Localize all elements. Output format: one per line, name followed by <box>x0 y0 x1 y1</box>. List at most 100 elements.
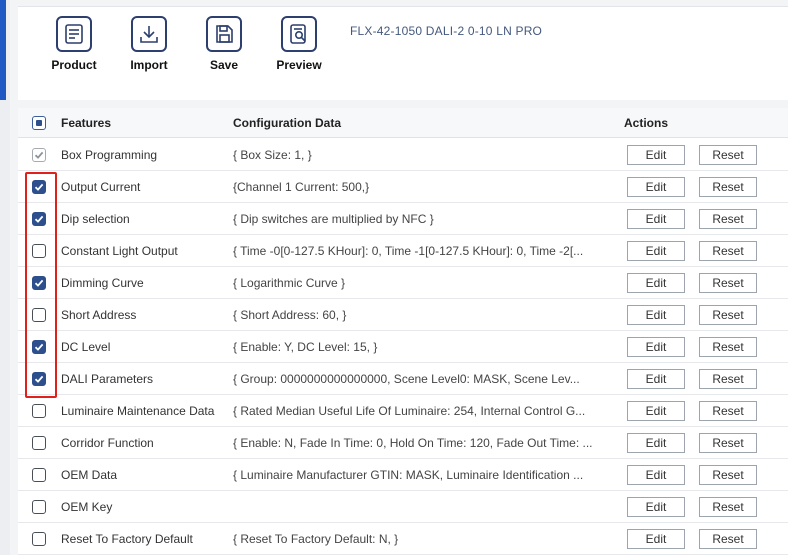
row-actions: Edit Reset <box>624 363 784 394</box>
left-edge-strip <box>0 0 10 555</box>
reset-button[interactable]: Reset <box>699 369 757 389</box>
import-button[interactable]: Import <box>119 16 179 72</box>
table-row: Dip selection { Dip switches are multipli… <box>18 203 788 235</box>
configuration-data: { Rated Median Useful Life Of Luminaire:… <box>233 403 586 418</box>
reset-button[interactable]: Reset <box>699 273 757 293</box>
reset-button[interactable]: Reset <box>699 337 757 357</box>
reset-button[interactable]: Reset <box>699 433 757 453</box>
feature-name: OEM Key <box>61 499 113 514</box>
edit-button[interactable]: Edit <box>627 145 685 165</box>
table-row: Short Address { Short Address: 60, } Edit R… <box>18 299 788 331</box>
row-actions: Edit Reset <box>624 395 784 426</box>
feature-name: Output Current <box>61 179 141 194</box>
checkmark-icon <box>34 279 44 287</box>
import-label: Import <box>130 58 168 72</box>
reset-button[interactable]: Reset <box>699 497 757 517</box>
table-header: Features Configuration Data Actions <box>18 108 788 138</box>
configuration-data: { Dip switches are multiplied by NFC } <box>233 211 434 226</box>
reset-button[interactable]: Reset <box>699 145 757 165</box>
preview-document-icon <box>281 16 317 52</box>
table-row: Box Programming { Box Size: 1, } Edit Reset <box>18 139 788 171</box>
document-icon <box>56 16 92 52</box>
configuration-data: { Luminaire Manufacturer GTIN: MASK, Lum… <box>233 467 584 482</box>
actions-header: Actions <box>624 115 669 130</box>
row-actions: Edit Reset <box>624 523 784 554</box>
edit-button[interactable]: Edit <box>627 401 685 421</box>
row-actions: Edit Reset <box>624 235 784 266</box>
save-label: Save <box>209 58 239 72</box>
table-row: OEM Key Edit Reset <box>18 491 788 523</box>
download-icon <box>131 16 167 52</box>
configuration-data <box>233 491 623 522</box>
table-row: Reset To Factory Default { Reset To Facto… <box>18 523 788 555</box>
left-accent-bar <box>0 0 6 100</box>
feature-checkbox <box>32 147 46 162</box>
product-button[interactable]: Product <box>44 16 104 72</box>
feature-checkbox[interactable] <box>32 211 46 226</box>
feature-name: Dimming Curve <box>61 275 144 290</box>
edit-button[interactable]: Edit <box>627 465 685 485</box>
feature-checkbox[interactable] <box>32 243 46 258</box>
edit-button[interactable]: Edit <box>627 433 685 453</box>
reset-button[interactable]: Reset <box>699 465 757 485</box>
configuration-data: { Logarithmic Curve } <box>233 275 346 290</box>
reset-button[interactable]: Reset <box>699 241 757 261</box>
feature-checkbox[interactable] <box>32 371 46 386</box>
row-actions: Edit Reset <box>624 459 784 490</box>
feature-checkbox[interactable] <box>32 467 46 482</box>
feature-name: Constant Light Output <box>61 243 178 258</box>
edit-button[interactable]: Edit <box>627 497 685 517</box>
row-actions: Edit Reset <box>624 203 784 234</box>
configuration-data: { Group: 0000000000000000, Scene Level0:… <box>233 371 580 386</box>
configuration-data: { Time -0[0-127.5 KHour]: 0, Time -1[0-1… <box>233 243 584 258</box>
edit-button[interactable]: Edit <box>627 177 685 197</box>
table-row: DALI Parameters { Group: 0000000000000000… <box>18 363 788 395</box>
feature-name: OEM Data <box>61 467 118 482</box>
checkmark-icon <box>34 183 44 191</box>
edit-button[interactable]: Edit <box>627 369 685 389</box>
table-row: Dimming Curve { Logarithmic Curve } Edit Re… <box>18 267 788 299</box>
feature-checkbox[interactable] <box>32 499 46 514</box>
checkmark-icon <box>34 343 44 351</box>
device-title: FLX-42-1050 DALI-2 0-10 LN PRO <box>350 24 543 38</box>
select-all-checkbox[interactable] <box>32 115 46 130</box>
checkmark-icon <box>34 151 44 159</box>
reset-button[interactable]: Reset <box>699 305 757 325</box>
edit-button[interactable]: Edit <box>627 241 685 261</box>
reset-button[interactable]: Reset <box>699 177 757 197</box>
row-actions: Edit Reset <box>624 171 784 202</box>
row-actions: Edit Reset <box>624 139 784 170</box>
feature-checkbox[interactable] <box>32 403 46 418</box>
table-row: Constant Light Output { Time -0[0-127.5 K… <box>18 235 788 267</box>
feature-checkbox[interactable] <box>32 435 46 450</box>
edit-button[interactable]: Edit <box>627 209 685 229</box>
reset-button[interactable]: Reset <box>699 401 757 421</box>
row-actions: Edit Reset <box>624 331 784 362</box>
reset-button[interactable]: Reset <box>699 529 757 549</box>
feature-name: Luminaire Maintenance Data <box>61 403 215 418</box>
table-row: Output Current {Channel 1 Current: 500,} E… <box>18 171 788 203</box>
features-header: Features <box>61 115 112 130</box>
feature-checkbox[interactable] <box>32 179 46 194</box>
feature-checkbox[interactable] <box>32 307 46 322</box>
edit-button[interactable]: Edit <box>627 273 685 293</box>
feature-name: Box Programming <box>61 147 158 162</box>
preview-button[interactable]: Preview <box>269 16 329 72</box>
feature-name: Reset To Factory Default <box>61 531 193 546</box>
reset-button[interactable]: Reset <box>699 209 757 229</box>
feature-checkbox[interactable] <box>32 275 46 290</box>
configuration-data: { Box Size: 1, } <box>233 147 312 162</box>
edit-button[interactable]: Edit <box>627 305 685 325</box>
configuration-data: { Short Address: 60, } <box>233 307 347 322</box>
feature-checkbox[interactable] <box>32 339 46 354</box>
save-button[interactable]: Save <box>194 16 254 72</box>
feature-checkbox[interactable] <box>32 531 46 546</box>
floppy-disk-icon <box>206 16 242 52</box>
edit-button[interactable]: Edit <box>627 337 685 357</box>
configuration-data: { Enable: N, Fade In Time: 0, Hold On Ti… <box>233 435 593 450</box>
edit-button[interactable]: Edit <box>627 529 685 549</box>
preview-label: Preview <box>276 58 322 72</box>
table-row: Luminaire Maintenance Data { Rated Median… <box>18 395 788 427</box>
checkmark-icon <box>34 215 44 223</box>
product-label: Product <box>51 58 97 72</box>
